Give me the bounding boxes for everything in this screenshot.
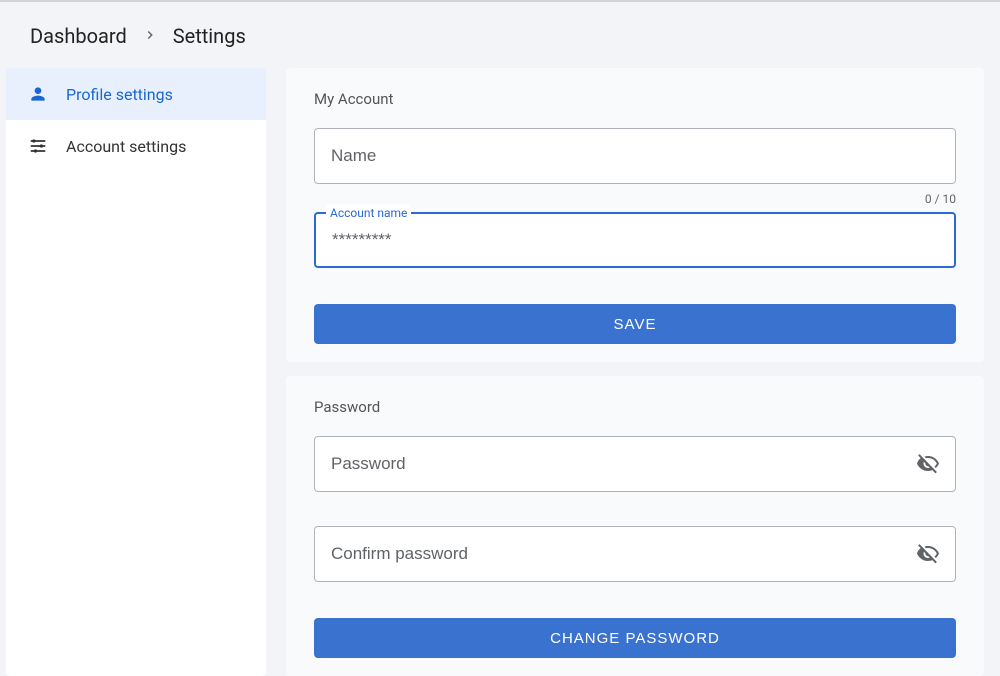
section-title-password: Password xyxy=(314,398,956,416)
name-field-wrap xyxy=(314,128,956,184)
password-input[interactable] xyxy=(314,436,956,492)
breadcrumb-settings[interactable]: Settings xyxy=(173,24,246,48)
account-name-input[interactable] xyxy=(314,212,956,268)
breadcrumb-dashboard[interactable]: Dashboard xyxy=(30,24,127,48)
account-name-label: Account name xyxy=(326,204,411,220)
sidebar: Profile settings Account settings xyxy=(6,68,266,676)
password-field-wrap xyxy=(314,436,956,492)
sidebar-item-account-settings[interactable]: Account settings xyxy=(6,120,266,172)
sidebar-item-profile-settings[interactable]: Profile settings xyxy=(6,68,266,120)
account-name-field-wrap: Account name xyxy=(314,212,956,268)
name-char-counter: 0 / 10 xyxy=(314,192,956,206)
name-input[interactable] xyxy=(314,128,956,184)
sidebar-item-label: Account settings xyxy=(66,137,186,156)
breadcrumb: Dashboard Settings xyxy=(0,2,1000,68)
confirm-password-field-wrap xyxy=(314,526,956,582)
save-button[interactable]: SAVE xyxy=(314,304,956,344)
visibility-off-icon[interactable] xyxy=(914,540,942,568)
my-account-card: My Account 0 / 10 Account name SAVE xyxy=(286,68,984,362)
sliders-icon xyxy=(28,136,48,156)
change-password-button[interactable]: CHANGE PASSWORD xyxy=(314,618,956,658)
chevron-right-icon xyxy=(143,26,157,47)
section-title-account: My Account xyxy=(314,90,956,108)
person-icon xyxy=(28,84,48,104)
sidebar-item-label: Profile settings xyxy=(66,85,173,104)
confirm-password-input[interactable] xyxy=(314,526,956,582)
password-card: Password CHANGE PASSWORD xyxy=(286,376,984,676)
visibility-off-icon[interactable] xyxy=(914,450,942,478)
